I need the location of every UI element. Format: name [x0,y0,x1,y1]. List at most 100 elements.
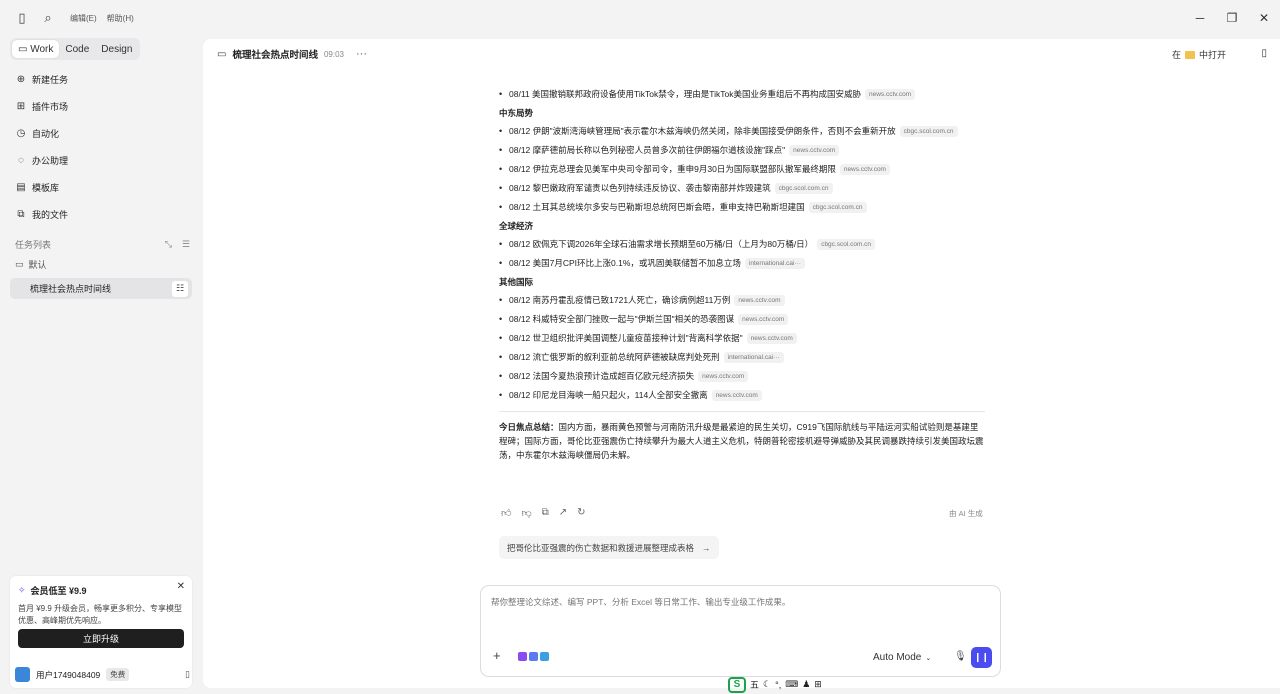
sidebar: ▭ Work Code Design ⊕ 新建任务 ⊞ 插件市场 ◷ 自动化 ◌ 办公助… [0,36,200,694]
doc-app-icon[interactable] [540,652,549,661]
close-button[interactable]: ✕ [1248,0,1280,36]
sidebar-item-my-files[interactable]: ⧉ 我的文件 [10,201,190,228]
source-link[interactable]: news.cctv.com [789,145,840,157]
list-item: 08/12 世卫组织批评美国调整儿童疫苗接种计划"背离科学依据"news.cct… [499,329,985,348]
sidebar-item-new-task[interactable]: ⊕ 新建任务 [10,66,190,93]
apps-icon[interactable]: ⊞ [814,679,822,690]
panel-toggle-icon[interactable]: ▯ [1261,48,1267,59]
mode-tabs: ▭ Work Code Design [10,38,141,60]
collapse-icon[interactable]: ⤡ [165,239,172,250]
restore-button[interactable]: ❐ [1216,0,1248,36]
source-link[interactable]: news.cctv.com [734,295,785,307]
thumbs-down-icon[interactable]: 👎︎ [521,507,531,519]
list-item: 08/12 科威特安全部门挫败一起与"伊斯兰国"相关的恐袭图谋news.cctv… [499,310,985,329]
sidebar-item-templates[interactable]: ▤ 模板库 [10,174,190,201]
list-item-text: 08/12 世卫组织批评美国调整儿童疫苗接种计划"背离科学依据" [509,333,743,343]
list-item: 08/12 伊拉克总理会见美军中央司令部司令，重申9月30日为国际联盟部队撤军最… [499,160,985,179]
source-link[interactable]: cbgc.scol.com.cn [808,202,867,214]
voice-input-button[interactable]: ❙❙ [971,647,992,668]
open-in-suffix: 中打开 [1198,50,1226,60]
ime-mode[interactable]: 五 [750,678,759,691]
arrow-right-icon: → [702,542,711,553]
add-attachment-icon[interactable]: + [493,648,501,663]
summary-text: 国内方面，暴雨黄色预警与河南防汛升级是最紧迫的民生关切，C919飞国际航线与平陆… [499,422,984,460]
list-item: 08/12 土耳其总统埃尔多安与巴勒斯坦总统阿巴斯会晤，重申支持巴勒斯坦建国cb… [499,198,985,217]
user-icon[interactable]: ♟ [802,679,810,690]
video-app-icon[interactable] [518,652,527,661]
promo-close-icon[interactable]: ✕ [177,581,185,592]
task-list-header: 任务列表 ⤡ ☰ [15,238,190,251]
menu-edit[interactable]: 编辑(E) [70,13,97,24]
source-link[interactable]: international.cai··· [744,258,805,270]
task-list-tools: ⤡ ☰ [165,239,190,250]
summary: 今日焦点总结：国内方面，暴雨黄色预警与河南防汛升级是最紧迫的民生关切，C919飞… [499,420,985,462]
source-link[interactable]: news.cctv.com [746,333,797,345]
folder-default[interactable]: ▭ 默认 [15,258,47,271]
sidebar-item-office-assistant[interactable]: ◌ 办公助理 [10,147,190,174]
template-icon: ▤ [16,182,26,193]
tab-design[interactable]: Design [95,40,138,58]
regenerate-icon[interactable]: ↻ [577,507,585,519]
plan-badge: 免费 [106,668,130,681]
filter-icon[interactable]: ☰ [182,239,190,250]
list-item-text: 08/11 美国撤销联邦政府设备使用TikTok禁令，理由是TikTok美国业务… [509,89,861,99]
plugin-apps[interactable] [518,652,549,661]
sidebar-item-label: 模板库 [32,183,60,193]
menu-help[interactable]: 帮助(H) [107,13,134,24]
device-icon[interactable]: ▯ [185,669,190,680]
list-item-text: 08/12 土耳其总统埃尔多安与巴勒斯坦总统阿巴斯会晤，重申支持巴勒斯坦建国 [509,202,805,212]
sidebar-toggle-icon[interactable]: ▯ [10,6,34,30]
task-item-active[interactable]: 梳理社会热点时间线 ☷ [10,278,192,299]
list-item: 08/12 美国7月CPI环比上涨0.1%，或巩固美联储暂不加息立场intern… [499,254,985,273]
composer: + Auto Mode ⌄ 🎙︎ ❙❙ [480,585,1001,677]
source-link[interactable]: news.cctv.com [711,390,762,402]
more-icon[interactable]: ··· [356,48,367,60]
section-title: 全球经济 [499,221,534,231]
tab-work[interactable]: ▭ Work [12,40,60,58]
source-link[interactable]: cbgc.scol.com.cn [774,183,833,195]
prompt-input[interactable] [491,597,991,607]
source-link[interactable]: news.cctv.com [865,89,916,101]
keyboard-icon[interactable]: ⌨ [785,679,798,690]
microphone-icon[interactable]: 🎙︎ [954,651,967,662]
moon-icon[interactable]: ☾ [763,679,771,690]
tab-code[interactable]: Code [59,40,95,58]
source-link[interactable]: news.cctv.com [839,164,890,176]
main-header: ▭ 梳理社会热点时间线 09:03 ··· 在 中打开 ▯ [203,39,1280,69]
list-item-text: 08/12 伊朗"波斯湾海峡管理局"表示霍尔木兹海峡仍然关闭，除非美国接受伊朗条… [509,126,896,136]
sidebar-item-plugin-market[interactable]: ⊞ 插件市场 [10,93,190,120]
source-link[interactable]: cbgc.scol.com.cn [899,126,958,138]
mode-select[interactable]: Auto Mode ⌄ [873,652,931,663]
upgrade-button[interactable]: 立即升级 [18,629,184,648]
sidebar-item-label: 自动化 [32,129,60,139]
timeline-icon[interactable]: ☷ [172,280,188,297]
mode-select-label: Auto Mode [873,652,922,663]
ime-logo-icon[interactable]: S [728,676,746,693]
section-title: 其他国际 [499,277,534,287]
answer-content: 08/11 美国撤销联邦政府设备使用TikTok禁令，理由是TikTok美国业务… [499,85,985,462]
open-in-folder-button[interactable]: 在 中打开 [1172,48,1226,61]
folder-icon: ▭ [15,259,24,269]
source-link[interactable]: international.cai··· [723,352,784,364]
source-link[interactable]: cbgc.scol.com.cn [817,239,876,251]
thumbs-up-icon[interactable]: 👍︎ [501,507,511,519]
source-link[interactable]: news.cctv.com [698,371,749,383]
summary-label: 今日焦点总结： [499,422,559,432]
avatar[interactable] [15,667,30,682]
list-item-text: 08/12 法国今夏热浪预计造成超百亿欧元经济损失 [509,371,695,381]
search-icon[interactable]: ⌕ [36,6,60,30]
image-app-icon[interactable] [529,652,538,661]
copy-icon[interactable]: ⧉ [542,507,549,519]
sidebar-item-automation[interactable]: ◷ 自动化 [10,120,190,147]
source-link[interactable]: news.cctv.com [738,314,789,326]
user-row[interactable]: 用户1749048409 免费 ▯ [15,667,190,682]
suggestion-chip[interactable]: 把哥伦比亚强震的伤亡数据和救援进展整理成表格 → [499,536,719,559]
window-controls: ─ ❐ ✕ [1184,0,1280,36]
share-icon[interactable]: ↗ [559,507,567,519]
folder-label: 默认 [28,260,47,270]
ai-generated-label: 由 AI 生成 [949,509,983,518]
user-name: 用户1749048409 [36,669,101,680]
plus-circle-icon: ⊕ [16,74,26,85]
punctuation-icon[interactable]: °, [775,680,781,690]
minimize-button[interactable]: ─ [1184,0,1216,36]
